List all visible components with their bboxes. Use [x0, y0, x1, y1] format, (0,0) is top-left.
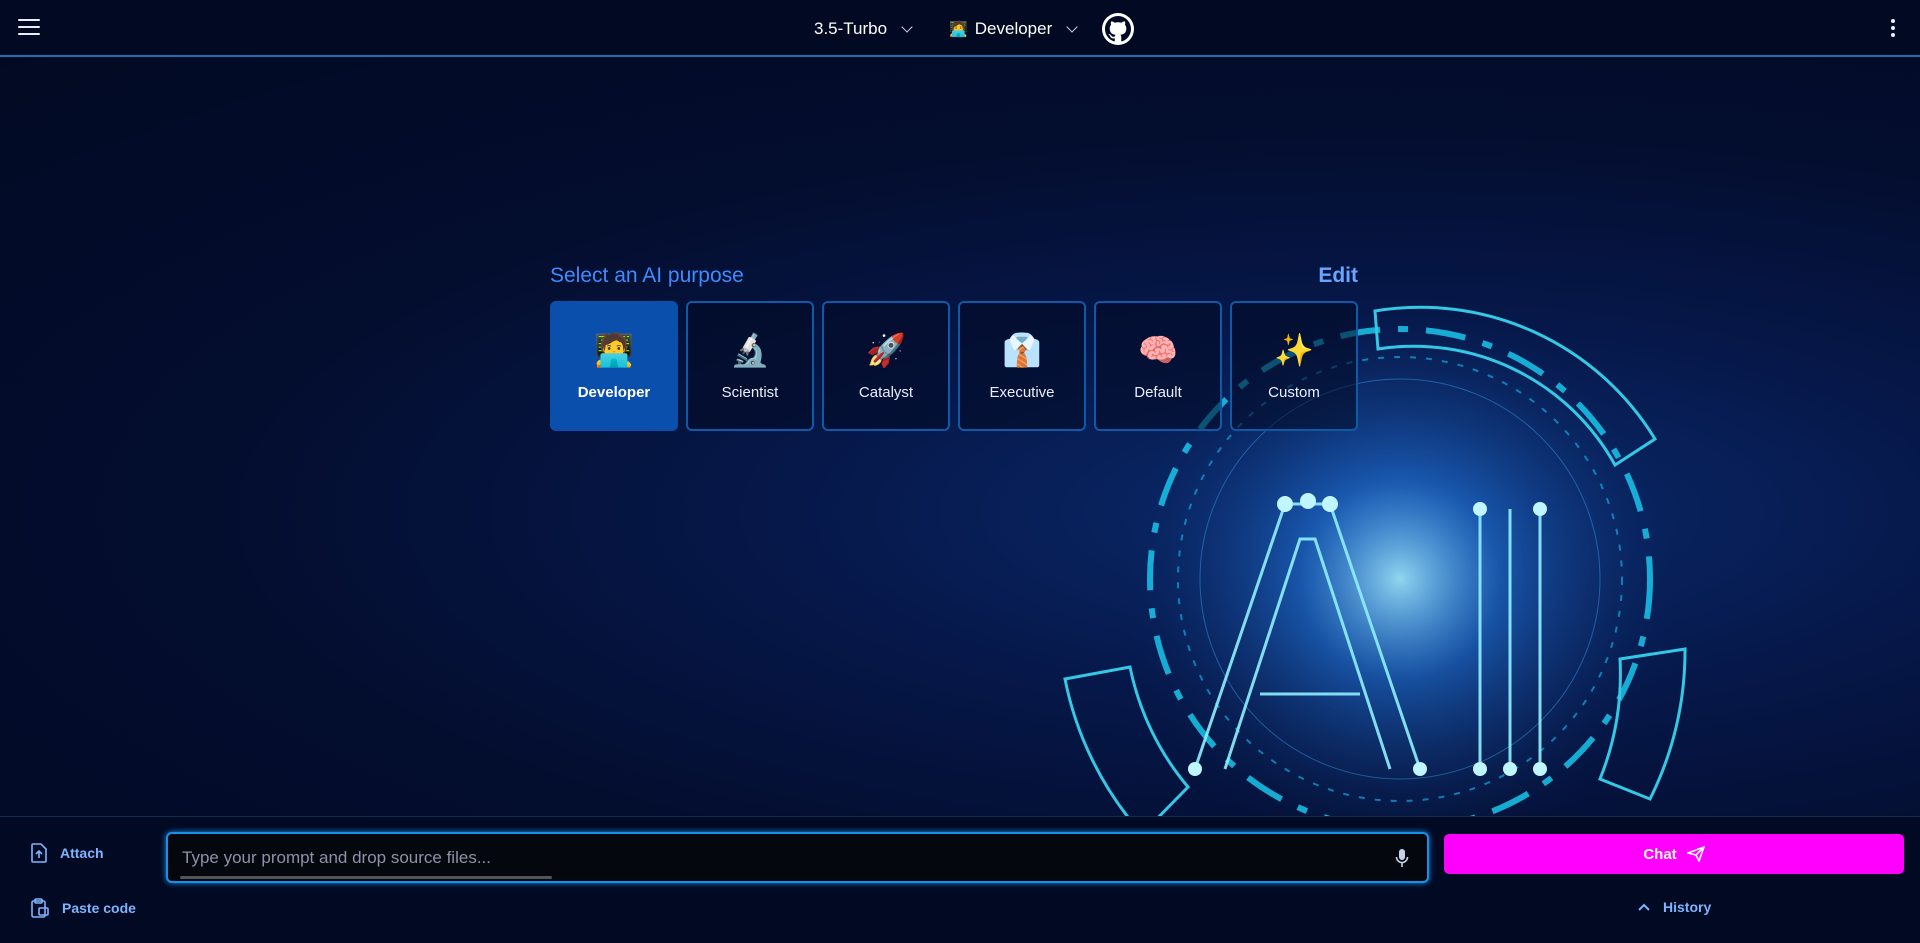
purpose-card-label: Custom	[1268, 383, 1320, 401]
send-icon	[1686, 846, 1705, 862]
suit-icon: 👔	[1002, 331, 1042, 368]
prompt-box	[166, 832, 1429, 883]
purpose-card-scientist[interactable]: 🔬 Scientist	[686, 301, 814, 431]
chevron-up-icon	[1638, 903, 1650, 911]
chat-label: Chat	[1643, 845, 1677, 863]
github-icon[interactable]	[1102, 13, 1135, 45]
prompt-scrollbar[interactable]	[180, 876, 552, 879]
attach-button[interactable]: Attach	[30, 843, 104, 863]
purpose-card-executive[interactable]: 👔 Executive	[958, 301, 1086, 431]
microscope-icon: 🔬	[730, 331, 770, 368]
purpose-card-default[interactable]: 🧠 Default	[1094, 301, 1222, 431]
purpose-section: Select an AI purpose Edit 🧑‍💻 Developer …	[550, 261, 1358, 431]
edit-purposes-button[interactable]: Edit	[1318, 264, 1358, 288]
history-label: History	[1663, 899, 1712, 915]
persona-selector[interactable]: 🧑‍💻 Developer	[949, 19, 1078, 39]
microphone-icon[interactable]	[1395, 848, 1409, 873]
developer-icon: 🧑‍💻	[949, 21, 968, 38]
model-selector[interactable]: 3.5-Turbo	[814, 19, 913, 39]
purpose-card-developer[interactable]: 🧑‍💻 Developer	[550, 301, 678, 431]
clipboard-icon	[31, 898, 49, 918]
chevron-down-icon	[901, 20, 913, 33]
sparkles-icon: ✨	[1274, 331, 1314, 368]
top-center-controls: 3.5-Turbo 🧑‍💻 Developer	[814, 9, 1135, 49]
chat-send-button[interactable]: Chat	[1444, 834, 1904, 874]
paste-code-button[interactable]: Paste code	[30, 898, 136, 918]
developer-icon: 🧑‍💻	[594, 331, 634, 368]
purpose-card-label: Developer	[577, 383, 651, 401]
main-area: Select an AI purpose Edit 🧑‍💻 Developer …	[0, 59, 1920, 816]
purpose-card-label: Default	[1134, 383, 1182, 401]
composer-bar: Attach Paste code Chat History	[0, 816, 1920, 943]
history-toggle[interactable]: History	[1637, 899, 1711, 915]
purpose-card-label: Catalyst	[858, 383, 914, 401]
purpose-cards: 🧑‍💻 Developer 🔬 Scientist 🚀 Catalyst 👔 E…	[550, 301, 1358, 431]
chevron-down-icon	[1066, 20, 1078, 33]
file-upload-icon	[31, 843, 47, 863]
top-bar: 3.5-Turbo 🧑‍💻 Developer	[0, 0, 1920, 57]
purpose-card-label: Executive	[989, 383, 1055, 401]
purpose-card-catalyst[interactable]: 🚀 Catalyst	[822, 301, 950, 431]
attach-label: Attach	[60, 845, 104, 861]
purpose-card-label: Scientist	[721, 383, 779, 401]
model-label: 3.5-Turbo	[814, 19, 888, 38]
purpose-card-custom[interactable]: ✨ Custom	[1230, 301, 1358, 431]
rocket-icon: 🚀	[866, 331, 906, 368]
paste-code-label: Paste code	[62, 900, 136, 916]
persona-label: Developer	[974, 19, 1053, 38]
purpose-title: Select an AI purpose	[550, 264, 744, 287]
brain-icon: 🧠	[1138, 331, 1178, 368]
hamburger-menu-icon[interactable]	[18, 19, 40, 37]
prompt-input[interactable]	[182, 846, 1362, 870]
more-options-icon[interactable]	[1890, 19, 1896, 39]
